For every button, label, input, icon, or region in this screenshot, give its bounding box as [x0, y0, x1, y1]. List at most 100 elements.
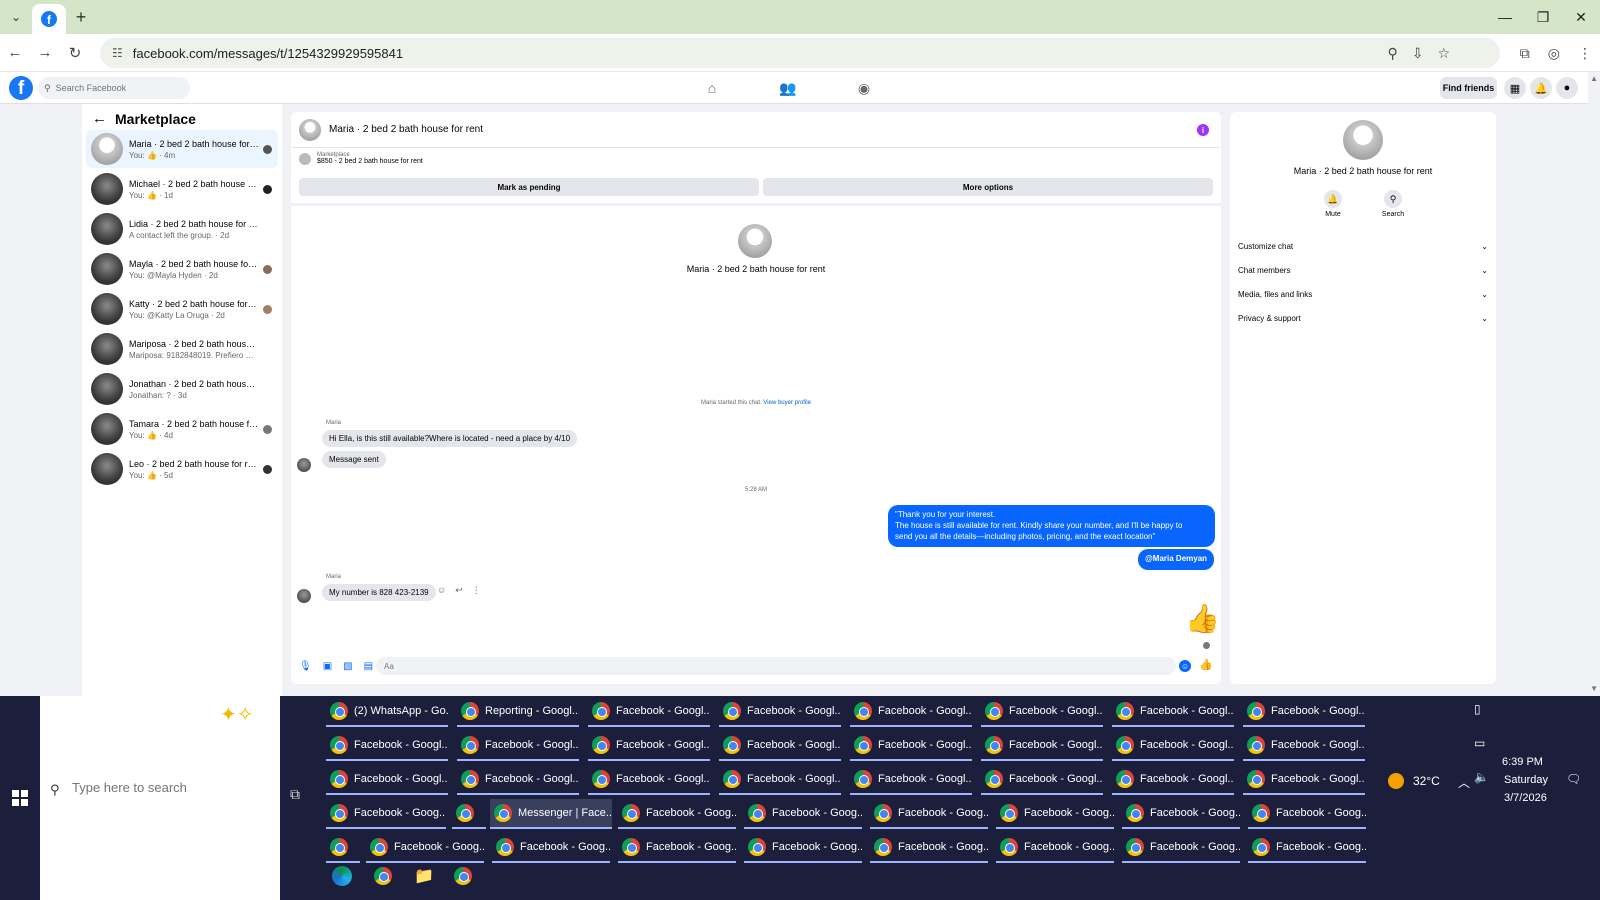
message-bubble[interactable]: Message sent [322, 451, 386, 468]
taskbar-window-button[interactable]: Facebook - Goog... [1248, 799, 1366, 829]
taskbar-window-button[interactable] [326, 833, 360, 863]
find-friends-button[interactable]: Find friends [1440, 77, 1497, 99]
chrome-pinned-icon[interactable] [374, 867, 398, 885]
taskbar-window-button[interactable] [452, 799, 486, 829]
media-files-links-section[interactable]: Media, files and links ⌄ [1238, 284, 1488, 304]
taskbar-window-button[interactable]: Facebook - Googl... [850, 731, 972, 761]
avatar[interactable] [299, 118, 321, 141]
facebook-search[interactable]: ⚲ [38, 77, 190, 99]
taskbar-window-button[interactable]: Facebook - Goog... [326, 799, 446, 829]
conversation-item-maria[interactable]: Maria · 2 bed 2 bath house for r... You: … [86, 130, 278, 168]
phone-link-icon[interactable]: ▯ [1474, 702, 1481, 716]
customize-chat-section[interactable]: Customize chat ⌄ [1238, 236, 1488, 256]
scroll-up-arrow-icon[interactable]: ▲ [1590, 74, 1598, 83]
new-tab-plus-icon[interactable]: + [66, 7, 96, 28]
restore-icon[interactable]: ❐ [1524, 0, 1562, 34]
image-icon[interactable]: ▣ [323, 661, 332, 672]
clock-date[interactable]: 3/7/2026 [1504, 792, 1547, 804]
browser-tab-facebook[interactable]: f [32, 4, 66, 34]
notifications-bell-icon[interactable]: 🔔 [1530, 77, 1552, 99]
search-chat-button[interactable]: ⚲ Search [1373, 190, 1413, 218]
clock-day[interactable]: Saturday [1504, 774, 1548, 786]
url-text[interactable]: facebook.com/messages/t/1254329929595841 [133, 46, 403, 61]
message-bubble[interactable]: Hi Ella, is this still available?Where i… [322, 430, 578, 447]
taskbar-window-button[interactable]: Facebook - Googl... [719, 697, 841, 727]
conversation-item-jonathan[interactable]: Jonathan · 2 bed 2 bath house for ...Jon… [86, 370, 278, 408]
taskbar-window-button[interactable]: Facebook - Googl... [850, 697, 972, 727]
taskbar-window-button[interactable]: Messenger | Face... [490, 799, 612, 829]
taskbar-window-button[interactable]: Facebook - Goog... [996, 799, 1114, 829]
conversation-item-katty[interactable]: Katty · 2 bed 2 bath house for re... You:… [86, 290, 278, 328]
taskbar-window-button[interactable]: Facebook - Googl... [981, 697, 1103, 727]
taskbar-window-button[interactable]: Facebook - Goog... [744, 833, 862, 863]
facebook-search-input[interactable] [55, 83, 176, 93]
view-buyer-profile-link[interactable]: View buyer profile [763, 400, 811, 406]
forward-arrow-icon[interactable]: → [30, 44, 60, 61]
taskbar-window-button[interactable]: Facebook - Goog... [1122, 799, 1240, 829]
conversation-item-mayla[interactable]: Mayla · 2 bed 2 bath house for r... You: … [86, 250, 278, 288]
browser-menu-icon[interactable]: ⋮ [1578, 45, 1592, 62]
taskbar-window-button[interactable]: Facebook - Googl... [457, 731, 579, 761]
task-view-icon[interactable]: ⧉ [290, 786, 300, 803]
taskbar-window-button[interactable]: Facebook - Goog... [618, 799, 736, 829]
back-arrow-icon[interactable]: ← [0, 44, 30, 61]
conversation-item-leo[interactable]: Leo · 2 bed 2 bath house for rent You: 👍 … [86, 450, 278, 488]
tray-chevron-up-icon[interactable]: ︿ [1458, 774, 1470, 791]
taskbar-search-input[interactable] [72, 780, 272, 795]
conversation-item-michael[interactable]: Michael · 2 bed 2 bath house fo... You: 👍… [86, 170, 278, 208]
taskbar-window-button[interactable]: Facebook - Goog... [618, 833, 736, 863]
taskbar-window-button[interactable]: Facebook - Googl... [326, 731, 448, 761]
taskbar-window-button[interactable]: Facebook - Googl... [719, 731, 841, 761]
install-app-icon[interactable]: ⇩ [1412, 45, 1424, 62]
reload-icon[interactable]: ↻ [60, 44, 90, 62]
display-icon[interactable]: ▭ [1474, 736, 1485, 750]
info-icon[interactable]: i [1197, 124, 1209, 136]
facebook-logo-icon[interactable]: f [9, 76, 33, 100]
message-bubble[interactable]: My number is 828 423-2139 [322, 584, 436, 601]
groups-icon[interactable]: ◉ [852, 76, 876, 100]
bookmark-star-icon[interactable]: ☆ [1437, 45, 1450, 62]
microphone-icon[interactable]: 🎙 [299, 661, 312, 672]
more-dots-icon[interactable]: ⋮ [472, 585, 481, 596]
taskbar-window-button[interactable]: (2) WhatsApp - Go... [326, 697, 448, 727]
close-window-icon[interactable]: ✕ [1562, 0, 1600, 34]
taskbar-window-button[interactable]: Facebook - Goog... [492, 833, 610, 863]
taskbar-window-button[interactable]: Facebook - Googl... [1243, 765, 1365, 795]
taskbar-window-button[interactable]: Facebook - Googl... [981, 731, 1103, 761]
gif-icon[interactable]: ▤ [364, 661, 373, 672]
taskbar-window-button[interactable]: Facebook - Googl... [588, 765, 710, 795]
taskbar-window-button[interactable]: Facebook - Googl... [981, 765, 1103, 795]
scroll-down-arrow-icon[interactable]: ▼ [1590, 684, 1598, 693]
react-emoji-icon[interactable]: ☺ [437, 585, 446, 596]
taskbar-window-button[interactable]: Facebook - Goog... [996, 833, 1114, 863]
mention-bubble[interactable]: @Maria Demyan [1138, 549, 1215, 570]
taskbar-window-button[interactable]: Facebook - Goog... [870, 799, 988, 829]
volume-icon[interactable]: 🔈 [1474, 770, 1489, 784]
taskbar-window-button[interactable]: Facebook - Googl... [1112, 765, 1234, 795]
zoom-icon[interactable]: ⚲ [1387, 45, 1397, 62]
send-like-icon[interactable]: 👍 [1199, 658, 1213, 671]
taskbar-window-button[interactable]: Facebook - Googl... [326, 765, 448, 795]
more-options-button[interactable]: More options [763, 178, 1213, 196]
taskbar-window-button[interactable]: Facebook - Googl... [457, 765, 579, 795]
extensions-puzzle-icon[interactable]: ⧉ [1520, 45, 1530, 62]
profile-icon[interactable]: ◎ [1548, 45, 1560, 62]
weather-temperature[interactable]: 32°C [1413, 774, 1440, 788]
reply-arrow-icon[interactable]: ↩ [455, 585, 463, 596]
chat-title[interactable]: Maria · 2 bed 2 bath house for rent [329, 124, 483, 135]
conversation-item-mariposa[interactable]: Mariposa · 2 bed 2 bath house for ...Mar… [86, 330, 278, 368]
mark-as-pending-button[interactable]: Mark as pending [299, 178, 759, 196]
outgoing-message-bubble[interactable]: "Thank you for your interest. The house … [888, 505, 1215, 548]
clock-time[interactable]: 6:39 PM [1502, 756, 1543, 768]
chat-members-section[interactable]: Chat members ⌄ [1238, 260, 1488, 280]
taskbar-window-button[interactable]: Facebook - Googl... [1243, 731, 1365, 761]
sticker-icon[interactable]: ▧ [343, 661, 352, 672]
taskbar-window-button[interactable]: Facebook - Googl... [588, 697, 710, 727]
file-explorer-icon[interactable]: 📁 [414, 866, 434, 886]
weather-sun-icon[interactable] [1388, 773, 1404, 789]
account-avatar-icon[interactable]: ● [1556, 77, 1578, 99]
taskbar-window-button[interactable]: Facebook - Googl... [850, 765, 972, 795]
windows-start-icon[interactable] [12, 790, 28, 806]
chrome-pinned-icon[interactable] [454, 867, 478, 885]
conversation-item-tamara[interactable]: Tamara · 2 bed 2 bath house for... You: 👍… [86, 410, 278, 448]
